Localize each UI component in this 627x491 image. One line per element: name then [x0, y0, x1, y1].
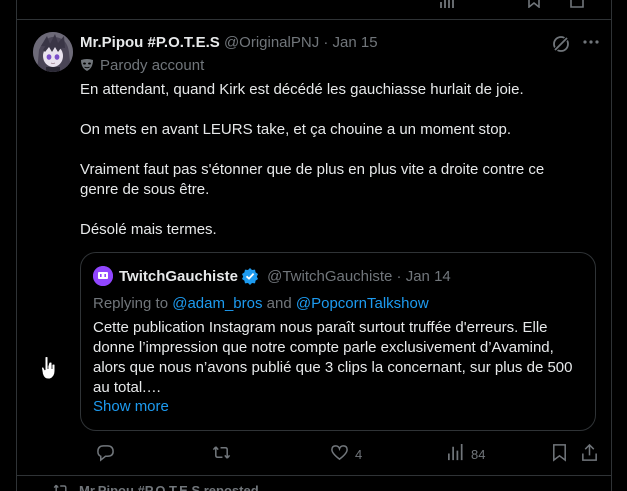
repost-label: Mr.Pipou #P.O.T.E.S reposted	[79, 483, 259, 491]
quote-handle[interactable]: @TwitchGauchiste	[267, 268, 392, 285]
tweet-paragraph: On mets en avant LEURS take, et ça choui…	[80, 121, 512, 138]
more-icon[interactable]	[581, 32, 601, 52]
tweet-paragraph: En attendant, quand Kirk est décédé les …	[80, 81, 524, 98]
bookmark-icon	[550, 443, 569, 465]
mention-link[interactable]: @adam_bros	[172, 295, 262, 312]
views-count: 84	[471, 446, 486, 462]
timeline-column: Mr.Pipou #P.O.T.E.S @OriginalPNJ · Jan 1…	[16, 0, 612, 491]
tweet[interactable]: Mr.Pipou #P.O.T.E.S @OriginalPNJ · Jan 1…	[17, 20, 611, 475]
separator-dot: ·	[323, 34, 329, 51]
quote-author-name[interactable]: TwitchGauchiste	[119, 268, 238, 285]
like-button[interactable]: 4	[330, 442, 362, 466]
quoted-tweet[interactable]: TwitchGauchiste @TwitchGauchiste · Jan 1…	[80, 252, 596, 431]
mouse-pointer-icon	[40, 356, 57, 380]
verified-badge-icon	[241, 267, 259, 285]
parody-text: Parody account	[100, 57, 205, 74]
previous-tweet-actions	[17, 0, 611, 11]
quote-date[interactable]: Jan 14	[406, 268, 451, 285]
tweet-paragraph: Vraiment faut pas s'étonner que de plus …	[80, 161, 545, 198]
repost-indicator: Mr.Pipou #P.O.T.E.S reposted	[53, 482, 259, 491]
views-icon	[446, 443, 465, 465]
share-icon[interactable]	[570, 0, 584, 11]
author-handle[interactable]: @OriginalPNJ	[224, 34, 319, 51]
mention-link[interactable]: @PopcornTalkshow	[296, 295, 429, 312]
bookmark-icon[interactable]	[527, 0, 541, 11]
tweet-text: En attendant, quand Kirk est décédé les …	[80, 80, 580, 260]
parody-mask-icon	[80, 58, 94, 72]
tweet-header: Mr.Pipou #P.O.T.E.S @OriginalPNJ · Jan 1…	[80, 34, 599, 54]
next-tweet[interactable]: Mr.Pipou #P.O.T.E.S reposted	[17, 476, 611, 491]
views-button[interactable]: 84	[446, 442, 485, 466]
tweet-actions: 4 84	[80, 442, 599, 466]
heart-icon	[330, 443, 349, 465]
views-icon[interactable]	[440, 0, 456, 11]
share-button[interactable]	[580, 442, 599, 466]
avatar[interactable]	[33, 32, 73, 72]
replying-prefix: Replying to	[93, 295, 169, 312]
author-name[interactable]: Mr.Pipou #P.O.T.E.S	[80, 34, 220, 51]
show-more-link[interactable]: Show more	[93, 398, 169, 415]
share-icon	[580, 443, 599, 465]
separator-dot: ·	[396, 268, 402, 285]
repost-icon	[53, 484, 67, 491]
bookmark-button[interactable]	[550, 442, 569, 466]
repost-button[interactable]	[212, 442, 237, 466]
reply-icon	[96, 443, 115, 465]
tweet-date[interactable]: Jan 15	[333, 34, 378, 51]
reply-button[interactable]	[96, 442, 121, 466]
repost-icon	[212, 443, 231, 465]
replying-to: Replying to @adam_bros and @PopcornTalks…	[93, 295, 429, 312]
parody-label: Parody account	[80, 57, 204, 74]
like-count: 4	[355, 446, 363, 462]
tweet-paragraph: Désolé mais termes.	[80, 221, 217, 238]
grok-icon[interactable]	[551, 34, 571, 54]
quote-avatar[interactable]	[93, 266, 113, 286]
quote-header: TwitchGauchiste @TwitchGauchiste · Jan 1…	[93, 266, 451, 286]
and-text: and	[266, 295, 292, 312]
quote-text: Cette publication Instagram nous paraît …	[93, 319, 573, 396]
